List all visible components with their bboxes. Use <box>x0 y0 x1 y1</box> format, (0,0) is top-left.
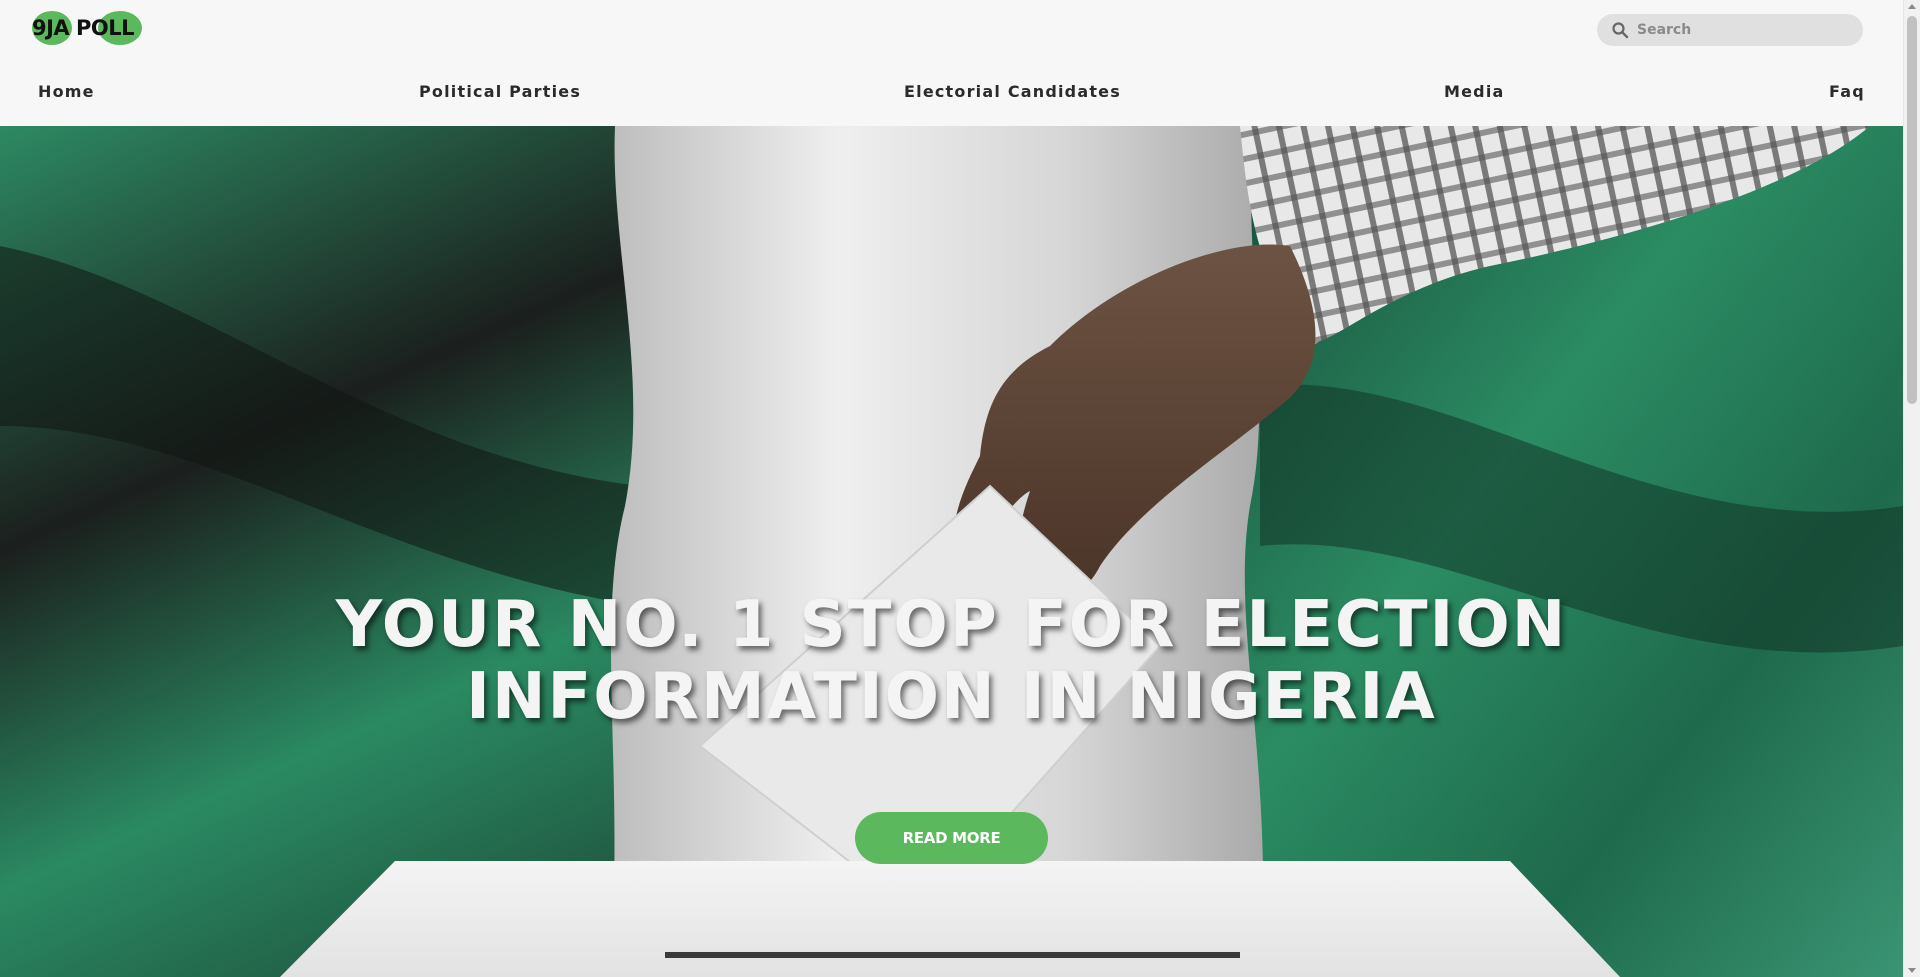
hero-title: YOUR NO. 1 STOP FOR ELECTION INFORMATION… <box>0 589 1903 733</box>
search-icon <box>1612 22 1629 39</box>
nav-political-parties[interactable]: Political Parties <box>419 82 581 101</box>
hero-title-line-2: INFORMATION IN NIGERIA <box>466 660 1437 734</box>
nav-faq[interactable]: Faq <box>1829 82 1865 101</box>
search-input[interactable] <box>1637 19 1852 41</box>
chevron-up-icon[interactable] <box>1908 4 1916 9</box>
chevron-down-icon[interactable] <box>1908 968 1916 973</box>
search-box[interactable] <box>1597 14 1863 46</box>
page-scrollbar[interactable] <box>1903 0 1920 977</box>
site-header: 9JA POLL Home Political Parties Electori… <box>0 0 1903 126</box>
main-nav: Home Political Parties Electorial Candid… <box>0 82 1903 106</box>
read-more-button[interactable]: READ MORE <box>855 812 1048 864</box>
logo[interactable]: 9JA POLL <box>32 11 142 45</box>
nav-electorial-candidates[interactable]: Electorial Candidates <box>904 82 1121 101</box>
logo-text: 9JA POLL <box>32 16 135 40</box>
hero-banner: YOUR NO. 1 STOP FOR ELECTION INFORMATION… <box>0 126 1903 977</box>
scrollbar-thumb[interactable] <box>1907 16 1917 404</box>
hero-title-line-1: YOUR NO. 1 STOP FOR ELECTION <box>335 588 1568 662</box>
nav-media[interactable]: Media <box>1444 82 1505 101</box>
nav-home[interactable]: Home <box>38 82 95 101</box>
